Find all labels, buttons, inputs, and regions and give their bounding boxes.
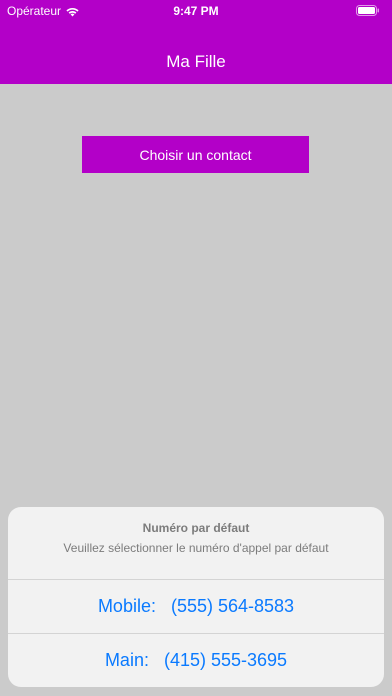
page-title: Ma Fille: [166, 52, 226, 71]
main-number-option[interactable]: Main: (415) 555-3695: [8, 633, 384, 686]
mobile-number-option[interactable]: Mobile: (555) 564-8583: [8, 580, 384, 633]
action-sheet: Numéro par défaut Veuillez sélectionner …: [8, 507, 384, 687]
choose-contact-button[interactable]: Choisir un contact: [82, 136, 309, 173]
action-sheet-title: Numéro par défaut: [142, 521, 250, 535]
battery-icon: [356, 5, 379, 16]
action-sheet-header: Numéro par défaut Veuillez sélectionner …: [8, 507, 384, 580]
status-time: 9:47 PM: [173, 4, 219, 18]
status-bar: Opérateur 9:47 PM: [0, 0, 392, 24]
navigation-header: Opérateur 9:47 PM Ma Fille: [0, 0, 392, 84]
action-sheet-message: Veuillez sélectionner le numéro d'appel …: [63, 541, 329, 555]
